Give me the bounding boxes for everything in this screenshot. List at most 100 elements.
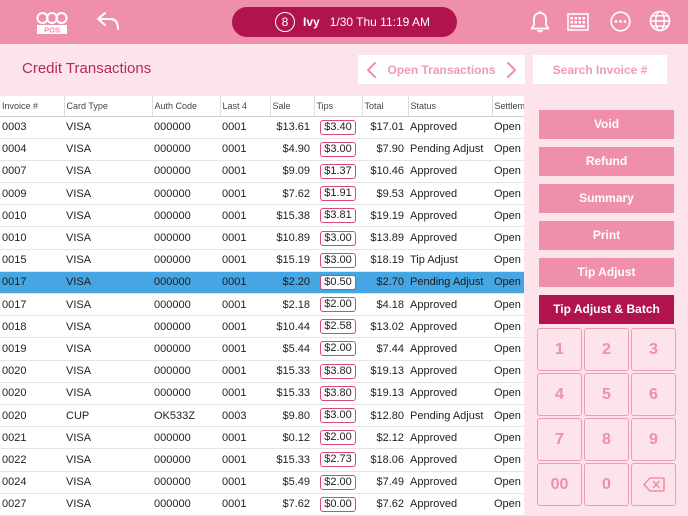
- tip-amount-badge[interactable]: $1.91: [320, 186, 356, 202]
- tip-amount-badge[interactable]: $2.73: [320, 452, 356, 468]
- tip-amount-badge[interactable]: $2.00: [320, 474, 356, 490]
- tip-amount-badge[interactable]: $2.00: [320, 430, 356, 446]
- chevron-left-icon[interactable]: [366, 61, 377, 79]
- cell-status: Approved: [408, 293, 492, 317]
- tip-amount-badge[interactable]: $3.00: [320, 230, 356, 246]
- back-arrow-icon[interactable]: [96, 10, 120, 32]
- tip-amount-badge[interactable]: $2.00: [320, 297, 356, 313]
- tip-amount-badge[interactable]: $2.00: [320, 341, 356, 357]
- cell-tips: $2.00: [314, 426, 362, 450]
- keypad-key-9[interactable]: 9: [631, 418, 676, 461]
- keypad-key-8[interactable]: 8: [584, 418, 629, 461]
- column-header[interactable]: Settlem: [492, 96, 524, 117]
- table-row[interactable]: 0010 VISA 000000 0001 $15.38 $3.81 $19.19 Appro…: [0, 204, 524, 228]
- column-header[interactable]: Total: [362, 96, 409, 117]
- cell-total: $7.44: [362, 337, 408, 361]
- tip-adjust-batch-button[interactable]: Tip Adjust & Batch: [539, 295, 674, 324]
- keypad-key-7[interactable]: 7: [537, 418, 582, 461]
- table-row[interactable]: 0004 VISA 000000 0001 $4.90 $3.00 $7.90 Pending…: [0, 138, 524, 161]
- tip-amount-badge[interactable]: $3.00: [320, 408, 356, 424]
- table-row[interactable]: 0020 VISA 000000 0001 $15.33 $3.80 $19.13 Appro…: [0, 382, 524, 405]
- table-row[interactable]: 0003 VISA 000000 0001 $13.61 $3.40 $17.01 Appro…: [0, 116, 524, 139]
- column-header[interactable]: Last 4: [220, 96, 271, 117]
- tip-amount-badge[interactable]: $0.00: [320, 496, 356, 512]
- column-header[interactable]: Invoice #: [0, 96, 65, 117]
- tip-amount-badge[interactable]: $3.00: [320, 141, 356, 157]
- cash-drawer-icon[interactable]: [567, 12, 589, 31]
- globe-icon[interactable]: [649, 10, 671, 32]
- keypad-key-3[interactable]: 3: [631, 328, 676, 371]
- column-header[interactable]: Status: [408, 96, 493, 117]
- column-header[interactable]: Tips: [314, 96, 363, 117]
- cell-sale: $9.80: [270, 404, 314, 428]
- user-session-pill[interactable]: 8 Ivy 1/30 Thu 11:19 AM: [232, 7, 457, 37]
- table-row[interactable]: 0018 VISA 000000 0001 $10.44 $2.58 $13.02 Appro…: [0, 315, 524, 339]
- table-row[interactable]: 0007 VISA 000000 0001 $9.09 $1.37 $10.46 Approv…: [0, 160, 524, 184]
- tip-amount-badge[interactable]: $2.58: [320, 319, 356, 335]
- table-row[interactable]: 0015 VISA 000000 0001 $15.19 $3.00 $18.19 Tip A…: [0, 249, 524, 272]
- column-header[interactable]: Card Type: [64, 96, 153, 117]
- chevron-right-icon[interactable]: [506, 61, 517, 79]
- tip-amount-badge[interactable]: $3.00: [320, 252, 356, 268]
- keypad-key-2[interactable]: 2: [584, 328, 629, 371]
- cell-settle: Open: [492, 226, 524, 250]
- cell-auth: 000000: [152, 160, 220, 184]
- cell-settle: Open: [492, 448, 524, 472]
- refund-button[interactable]: Refund: [539, 147, 674, 176]
- bell-icon[interactable]: [529, 10, 551, 34]
- table-row[interactable]: 0020 CUP OK533Z 0003 $9.80 $3.00 $12.80 Pending…: [0, 404, 524, 428]
- summary-button[interactable]: Summary: [539, 184, 674, 213]
- print-button[interactable]: Print: [539, 221, 674, 250]
- tip-amount-badge[interactable]: $3.80: [320, 385, 356, 401]
- transaction-type-label: Open Transactions: [387, 62, 496, 77]
- cell-auth: 000000: [152, 116, 220, 139]
- cell-card: VISA: [64, 204, 152, 228]
- cell-last4: 0001: [220, 337, 270, 361]
- cell-settle: Open: [492, 382, 524, 405]
- cell-status: Approved: [408, 160, 492, 184]
- more-options-icon[interactable]: [610, 11, 631, 32]
- cell-settle: Open: [492, 293, 524, 317]
- table-row[interactable]: 0027 VISA 000000 0001 $7.62 $0.00 $7.62 Approve…: [0, 493, 524, 516]
- column-header[interactable]: Auth Code: [152, 96, 221, 117]
- tip-amount-badge[interactable]: $3.40: [320, 119, 356, 135]
- column-header[interactable]: Sale: [270, 96, 315, 117]
- tip-amount-badge[interactable]: $3.80: [320, 363, 356, 379]
- table-row[interactable]: 0020 VISA 000000 0001 $15.33 $3.80 $19.13 Appro…: [0, 360, 524, 383]
- cell-invoice: 0003: [0, 116, 64, 139]
- table-row[interactable]: 0017 VISA 000000 0001 $2.18 $2.00 $4.18 Approve…: [0, 293, 524, 317]
- table-row[interactable]: 0010 VISA 000000 0001 $10.89 $3.00 $13.89 Appro…: [0, 226, 524, 250]
- cell-sale: $7.62: [270, 182, 314, 206]
- cell-sale: $15.38: [270, 204, 314, 228]
- cell-settle: Open: [492, 182, 524, 206]
- keypad-key-5[interactable]: 5: [584, 373, 629, 416]
- tip-adjust-button[interactable]: Tip Adjust: [539, 258, 674, 287]
- cell-sale: $5.44: [270, 337, 314, 361]
- cell-settle: Open: [492, 271, 524, 295]
- cell-tips: $0.50: [314, 271, 362, 295]
- keypad-key-00[interactable]: 00: [537, 463, 582, 506]
- backspace-key[interactable]: [631, 463, 676, 506]
- cell-last4: 0001: [220, 448, 270, 472]
- table-row[interactable]: 0021 VISA 000000 0001 $0.12 $2.00 $2.12 Approve…: [0, 426, 524, 450]
- void-button[interactable]: Void: [539, 110, 674, 139]
- table-row[interactable]: 0024 VISA 000000 0001 $5.49 $2.00 $7.49 Approve…: [0, 471, 524, 494]
- cell-total: $9.53: [362, 182, 408, 206]
- cell-card: VISA: [64, 315, 152, 339]
- tip-amount-badge[interactable]: $0.50: [320, 274, 356, 290]
- search-invoice-input[interactable]: Search Invoice #: [533, 55, 667, 84]
- table-row[interactable]: 0009 VISA 000000 0001 $7.62 $1.91 $9.53 Approve…: [0, 182, 524, 206]
- tip-amount-badge[interactable]: $1.37: [320, 163, 356, 179]
- cell-tips: $2.00: [314, 337, 362, 361]
- keypad-key-4[interactable]: 4: [537, 373, 582, 416]
- cell-settle: Open: [492, 116, 524, 139]
- table-header: Invoice # Card Type Auth Code Last 4 Sale Tip…: [0, 96, 524, 117]
- keypad-key-1[interactable]: 1: [537, 328, 582, 371]
- keypad-key-0[interactable]: 0: [584, 463, 629, 506]
- table-row[interactable]: 0017 VISA 000000 0001 $2.20 $0.50 $2.70 Pending…: [0, 271, 524, 295]
- tip-amount-badge[interactable]: $3.81: [320, 208, 356, 224]
- table-row[interactable]: 0019 VISA 000000 0001 $5.44 $2.00 $7.44 Approve…: [0, 337, 524, 361]
- keypad-key-6[interactable]: 6: [631, 373, 676, 416]
- cell-card: CUP: [64, 404, 152, 428]
- table-row[interactable]: 0022 VISA 000000 0001 $15.33 $2.73 $18.06 Appro…: [0, 448, 524, 472]
